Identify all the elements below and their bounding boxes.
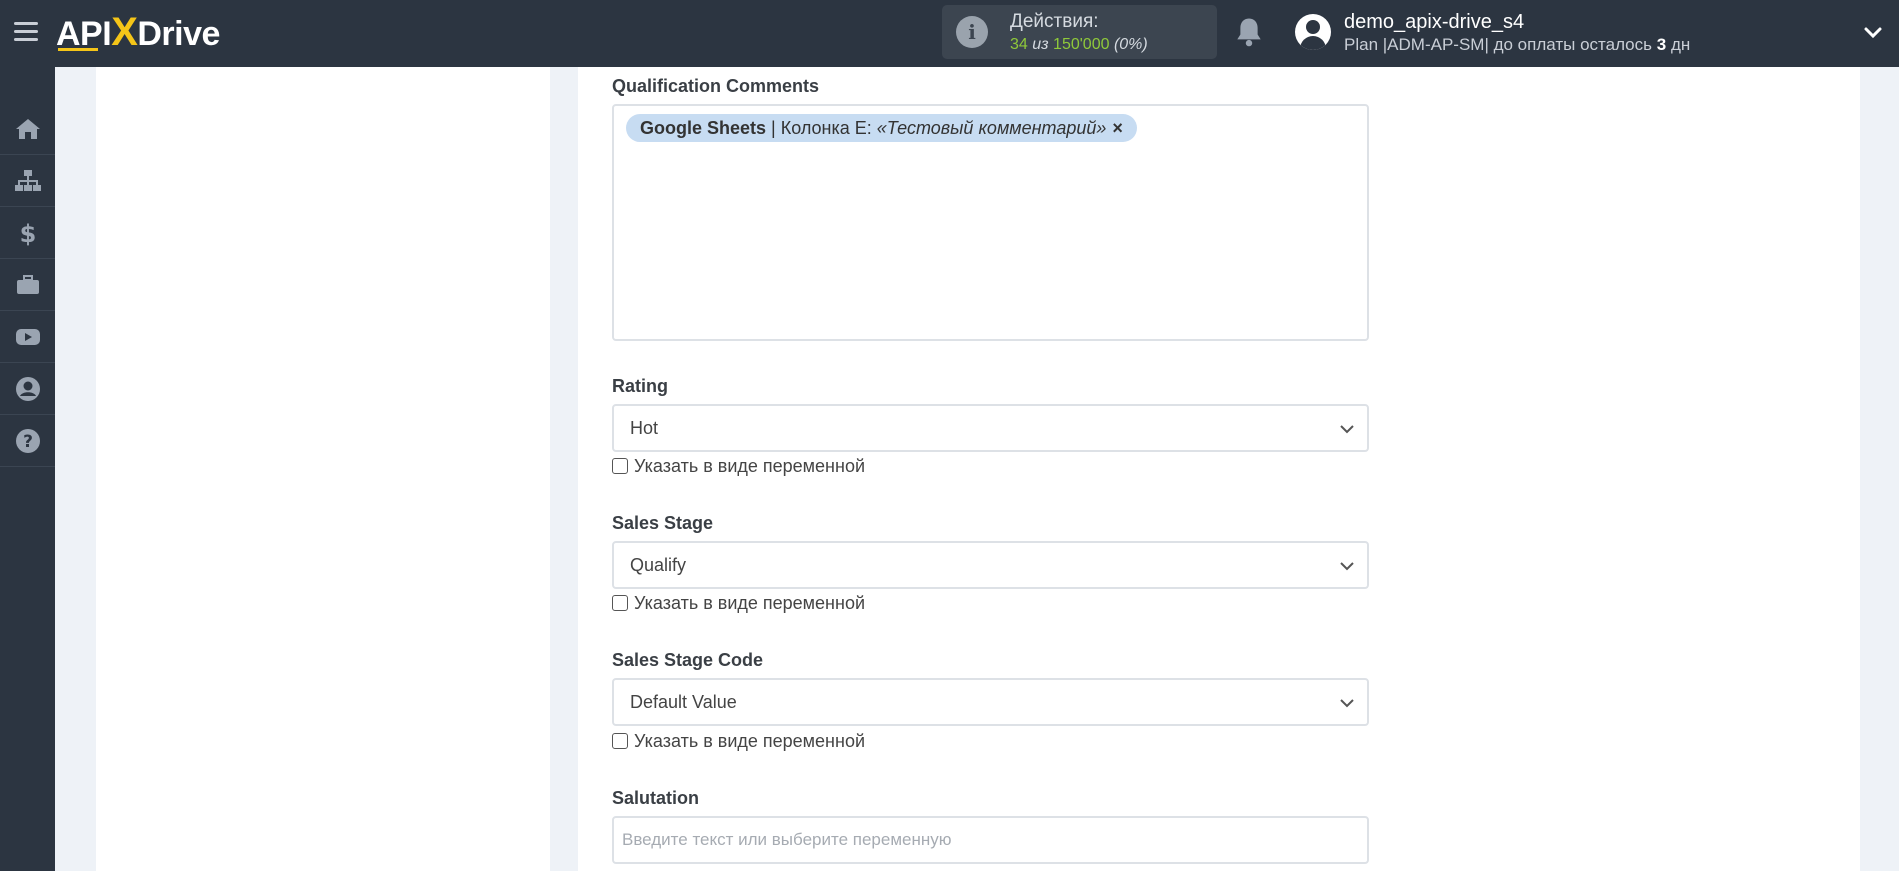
sidebar-item-billing[interactable]: $ [0, 207, 55, 259]
sidebar: $ ? [0, 67, 55, 871]
menu-toggle-icon[interactable] [14, 22, 38, 42]
sidebar-item-help[interactable]: ? [0, 415, 55, 467]
avatar[interactable] [1295, 14, 1331, 50]
briefcase-icon [16, 274, 39, 294]
chevron-down-icon[interactable] [1862, 22, 1884, 44]
remove-chip-icon[interactable]: × [1112, 118, 1123, 139]
rating-variable-checkbox[interactable] [612, 458, 628, 474]
sidebar-item-services[interactable] [0, 259, 55, 311]
sales-stage-select[interactable]: Qualify [612, 541, 1369, 589]
qualification-comments-label: Qualification Comments [612, 76, 820, 96]
sales-stage-label: Sales Stage [612, 513, 714, 533]
sales-stage-code-variable-option: Указать в виде переменной [612, 730, 865, 752]
sales-stage-code-label: Sales Stage Code [612, 650, 764, 670]
sidebar-item-profile[interactable] [0, 363, 55, 415]
sales-stage-variable-checkbox[interactable] [612, 595, 628, 611]
rating-select[interactable]: Hot [612, 404, 1369, 452]
sales-stage-code-variable-checkbox[interactable] [612, 733, 628, 749]
home-icon [15, 118, 40, 139]
qualification-comments-field[interactable]: Google Sheets | Колонка E: «Тестовый ком… [612, 104, 1369, 341]
user-plan: Plan |ADM-AP-SM| до оплаты осталось 3 дн [1344, 35, 1691, 54]
bell-icon[interactable] [1234, 16, 1264, 48]
youtube-icon [15, 328, 40, 345]
apix-drive-logo[interactable]: APIXDrive [56, 10, 220, 54]
actions-count: 34 из 150'000 (0%) [1010, 36, 1148, 53]
left-panel [96, 67, 550, 871]
chevron-down-icon [1340, 425, 1354, 434]
dollar-icon: $ [19, 220, 36, 247]
salutation-input[interactable] [612, 816, 1369, 864]
svg-text:$: $ [19, 220, 36, 247]
svg-text:?: ? [23, 432, 33, 452]
info-icon: i [956, 16, 988, 48]
sales-stage-variable-option: Указать в виде переменной [612, 592, 865, 614]
chevron-down-icon [1340, 699, 1354, 708]
rating-label: Rating [612, 376, 668, 396]
sidebar-item-connections[interactable] [0, 155, 55, 207]
sitemap-icon [14, 169, 41, 191]
user-circle-icon [15, 376, 40, 401]
sidebar-item-videos[interactable] [0, 311, 55, 363]
sales-stage-code-select[interactable]: Default Value [612, 678, 1369, 726]
actions-label: Действия: [1010, 11, 1099, 32]
help-icon: ? [15, 428, 40, 453]
variable-chip[interactable]: Google Sheets | Колонка E: «Тестовый ком… [626, 114, 1137, 142]
actions-counter[interactable]: i Действия: 34 из 150'000 (0%) [942, 5, 1217, 59]
salutation-label: Salutation [612, 788, 700, 808]
chevron-down-icon [1340, 562, 1354, 571]
user-name[interactable]: demo_apix-drive_s4 [1344, 11, 1524, 34]
top-bar: APIXDrive i Действия: 34 из 150'000 (0%)… [0, 0, 1899, 67]
sidebar-item-home[interactable] [0, 103, 55, 155]
rating-variable-option: Указать в виде переменной [612, 455, 865, 477]
